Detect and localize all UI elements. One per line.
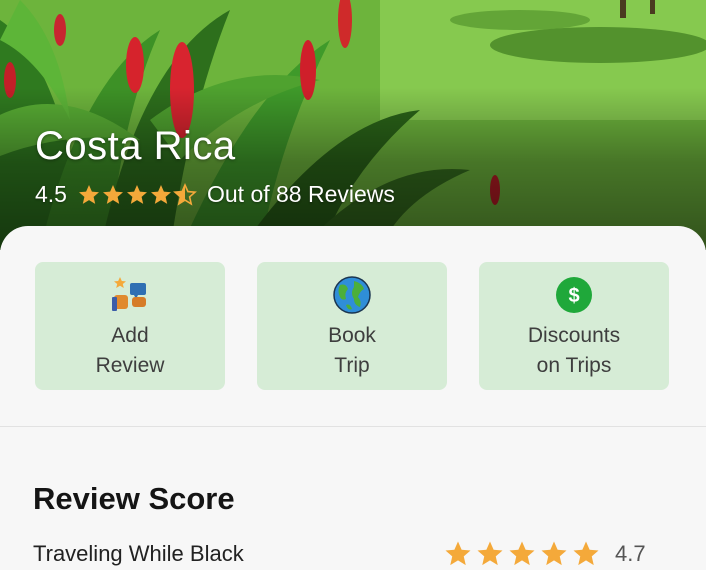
- section-divider: [0, 426, 706, 427]
- rating-row: 4.5 Out of 88 Reviews: [35, 181, 395, 208]
- hero-image: Costa Rica 4.5 Out of 88 Reviews: [0, 0, 706, 250]
- star-icon: [541, 541, 567, 566]
- content-sheet: Add Review Book Trip $ Discounts on Trip…: [0, 226, 706, 570]
- score-category-label: Traveling While Black: [33, 541, 244, 566]
- dollar-coin-icon: $: [556, 277, 592, 313]
- reviews-count: Out of 88 Reviews: [206, 181, 395, 207]
- book-trip-label: Book Trip: [328, 324, 376, 377]
- star-icon: [573, 541, 599, 566]
- rating-stars: [77, 182, 197, 207]
- add-review-button[interactable]: Add Review: [35, 262, 225, 390]
- discounts-label: Discounts on Trips: [527, 324, 621, 377]
- score-stars: [443, 539, 603, 569]
- review-score-title: Review Score: [33, 481, 235, 516]
- star-icon: [445, 541, 471, 566]
- score-row: Traveling While Black 4.7: [33, 538, 673, 570]
- svg-text:$: $: [568, 285, 579, 307]
- star-icon: [509, 541, 535, 566]
- rating-value: 4.5: [35, 181, 67, 207]
- score-value: 4.7: [615, 541, 646, 566]
- star-icon: [477, 541, 503, 566]
- book-trip-button[interactable]: Book Trip: [257, 262, 447, 390]
- add-review-icon: [112, 277, 146, 311]
- action-buttons: Add Review Book Trip $ Discounts on Trip…: [35, 262, 669, 390]
- star-icon: [102, 184, 123, 204]
- star-icon: [126, 184, 147, 204]
- star-icon: [150, 184, 171, 204]
- half-star-icon: [173, 182, 197, 206]
- globe-icon: [333, 276, 371, 314]
- destination-title: Costa Rica: [35, 124, 236, 168]
- star-icon: [78, 184, 99, 204]
- discounts-button[interactable]: $ Discounts on Trips: [479, 262, 669, 390]
- add-review-label: Add Review: [95, 324, 165, 377]
